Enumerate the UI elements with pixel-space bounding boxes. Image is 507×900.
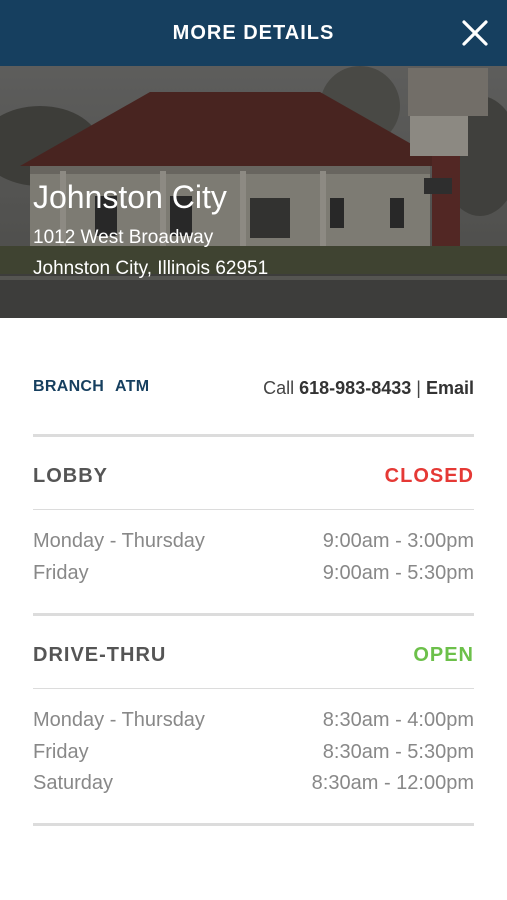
close-icon	[462, 20, 488, 46]
divider	[33, 823, 474, 826]
lobby-hours-time: 9:00am - 5:30pm	[322, 562, 474, 584]
tabs-and-contact: BRANCH ATM Call 618-983-8433 | Email	[33, 378, 474, 404]
drive-thru-hours-day: Monday - Thursday	[33, 709, 205, 731]
address-line-1: 1012 West Broadway	[33, 227, 214, 248]
phone-link[interactable]: 618-983-8433	[299, 378, 411, 398]
lobby-hours-day: Monday - Thursday	[33, 530, 205, 552]
lobby-hours-day: Friday	[33, 562, 89, 584]
location-hero: Johnston City 1012 West Broadway Johnsto…	[0, 66, 507, 318]
email-link[interactable]: Email	[426, 378, 474, 398]
tab-branch[interactable]: BRANCH	[33, 378, 104, 396]
call-label: Call	[263, 378, 295, 398]
divider	[33, 434, 474, 437]
page-title: MORE DETAILS	[172, 22, 335, 44]
divider	[33, 688, 474, 689]
drive-thru-hours-day: Friday	[33, 741, 89, 763]
header-bar: MORE DETAILS	[0, 0, 507, 66]
contact-info: Call 618-983-8433 | Email	[263, 378, 474, 399]
drive-thru-status-badge: OPEN	[413, 644, 474, 666]
lobby-title: LOBBY	[33, 465, 108, 487]
divider	[33, 613, 474, 616]
divider	[33, 509, 474, 510]
drive-thru-hours-time: 8:30am - 12:00pm	[311, 772, 474, 794]
contact-separator: |	[416, 378, 421, 398]
close-button[interactable]	[459, 17, 491, 49]
location-name: Johnston City	[33, 179, 227, 215]
address-line-2: Johnston City, Illinois 62951	[33, 258, 269, 279]
drive-thru-hours-day: Saturday	[33, 772, 114, 794]
drive-thru-hours-time: 8:30am - 4:00pm	[322, 709, 474, 731]
drive-thru-title: DRIVE-THRU	[33, 644, 167, 666]
tab-atm[interactable]: ATM	[115, 378, 149, 396]
lobby-status-badge: CLOSED	[384, 465, 474, 487]
drive-thru-hours-time: 8:30am - 5:30pm	[322, 741, 474, 763]
lobby-hours-time: 9:00am - 3:00pm	[322, 530, 474, 552]
